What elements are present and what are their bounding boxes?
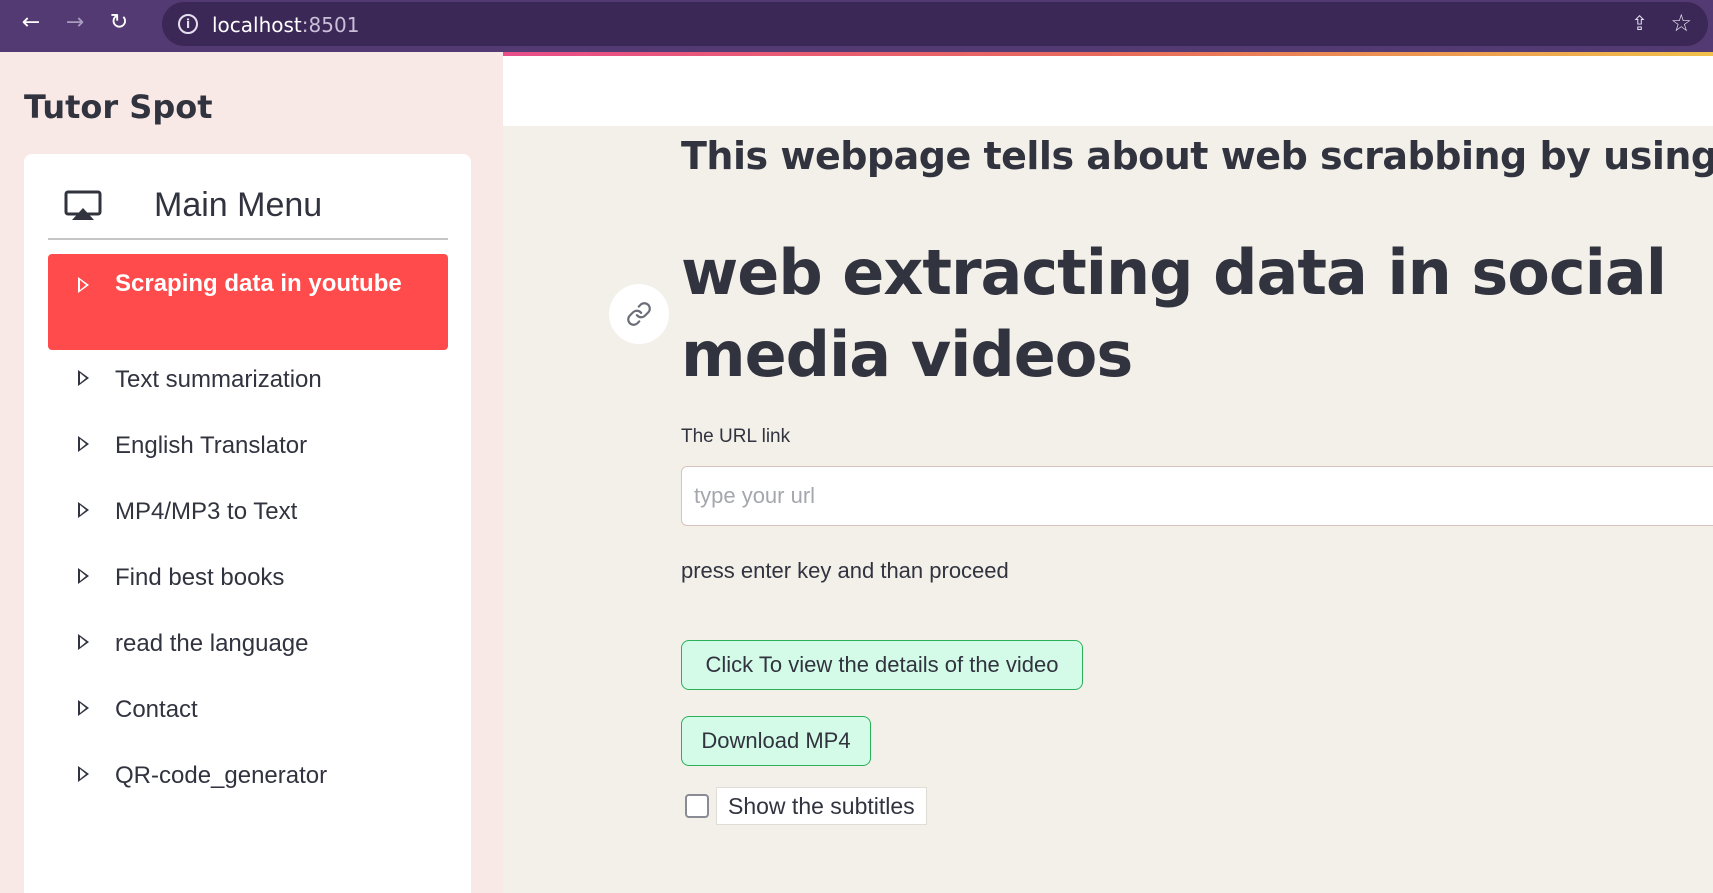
heading-anchor-link[interactable] — [609, 284, 669, 344]
address-bar[interactable]: i localhost:8501 ⇪ ☆ — [162, 2, 1708, 46]
menu-item-qr-code-generator[interactable]: QR-code_generator — [48, 750, 448, 802]
url-port: :8501 — [301, 13, 360, 37]
airplay-icon — [64, 190, 102, 220]
sidebar: Tutor Spot Main Menu Scraping data in yo… — [0, 52, 503, 893]
menu-item-label: MP4/MP3 to Text — [115, 498, 298, 525]
subtitles-checkbox-label[interactable]: Show the subtitles — [716, 787, 927, 825]
menu-item-label: Scraping data in youtube — [115, 270, 402, 297]
hint-text: press enter key and than proceed — [681, 558, 1009, 583]
link-icon — [627, 302, 651, 326]
main-content: This webpage tells about web scrabbing b… — [503, 52, 1713, 893]
menu-item-label: Find best books — [115, 564, 285, 591]
play-triangle-icon — [78, 568, 89, 584]
menu-item-english-translator[interactable]: English Translator — [48, 420, 448, 472]
bookmark-star-icon[interactable]: ☆ — [1670, 9, 1692, 37]
play-triangle-icon — [78, 700, 89, 716]
play-triangle-icon — [78, 370, 89, 386]
menu-item-find-best-books[interactable]: Find best books — [48, 552, 448, 604]
menu-item-contact[interactable]: Contact — [48, 684, 448, 736]
url-input[interactable] — [681, 466, 1713, 526]
url-host: localhost — [212, 13, 302, 37]
menu-item-label: read the language — [115, 630, 309, 657]
browser-toolbar: ← → ↻ i localhost:8501 ⇪ ☆ — [0, 0, 1713, 52]
menu-item-scraping-youtube[interactable]: Scraping data in youtube — [48, 254, 448, 350]
page-subtitle: This webpage tells about web scrabbing b… — [681, 134, 1713, 178]
app-title: Tutor Spot — [24, 88, 213, 126]
url-field-label: The URL link — [681, 426, 791, 447]
download-mp4-button[interactable]: Download MP4 — [681, 716, 871, 766]
forward-arrow-icon[interactable]: → — [62, 10, 88, 36]
app-header — [503, 56, 1713, 126]
menu-item-label: English Translator — [115, 432, 308, 459]
page-title: web extracting data in social media vide… — [681, 236, 1667, 391]
reload-icon[interactable]: ↻ — [106, 10, 132, 36]
main-menu: Main Menu Scraping data in youtube Text … — [24, 154, 471, 893]
address-bar-url[interactable]: localhost:8501 — [212, 13, 359, 37]
play-triangle-icon — [78, 766, 89, 782]
play-triangle-icon — [78, 502, 89, 518]
menu-item-label: QR-code_generator — [115, 762, 328, 789]
menu-item-mp4-mp3-to-text[interactable]: MP4/MP3 to Text — [48, 486, 448, 538]
menu-header: Main Menu — [48, 178, 448, 240]
subtitles-checkbox[interactable] — [685, 794, 709, 818]
menu-item-text-summarization[interactable]: Text summarization — [48, 354, 448, 406]
share-icon[interactable]: ⇪ — [1631, 11, 1648, 35]
view-details-button[interactable]: Click To view the details of the video — [681, 640, 1083, 690]
play-triangle-icon — [78, 436, 89, 452]
play-triangle-icon — [78, 634, 89, 650]
menu-item-read-the-language[interactable]: read the language — [48, 618, 448, 670]
back-arrow-icon[interactable]: ← — [18, 10, 44, 36]
menu-item-label: Text summarization — [115, 366, 322, 393]
site-info-icon[interactable]: i — [178, 14, 198, 34]
menu-item-label: Contact — [115, 696, 198, 723]
menu-title: Main Menu — [154, 186, 323, 224]
